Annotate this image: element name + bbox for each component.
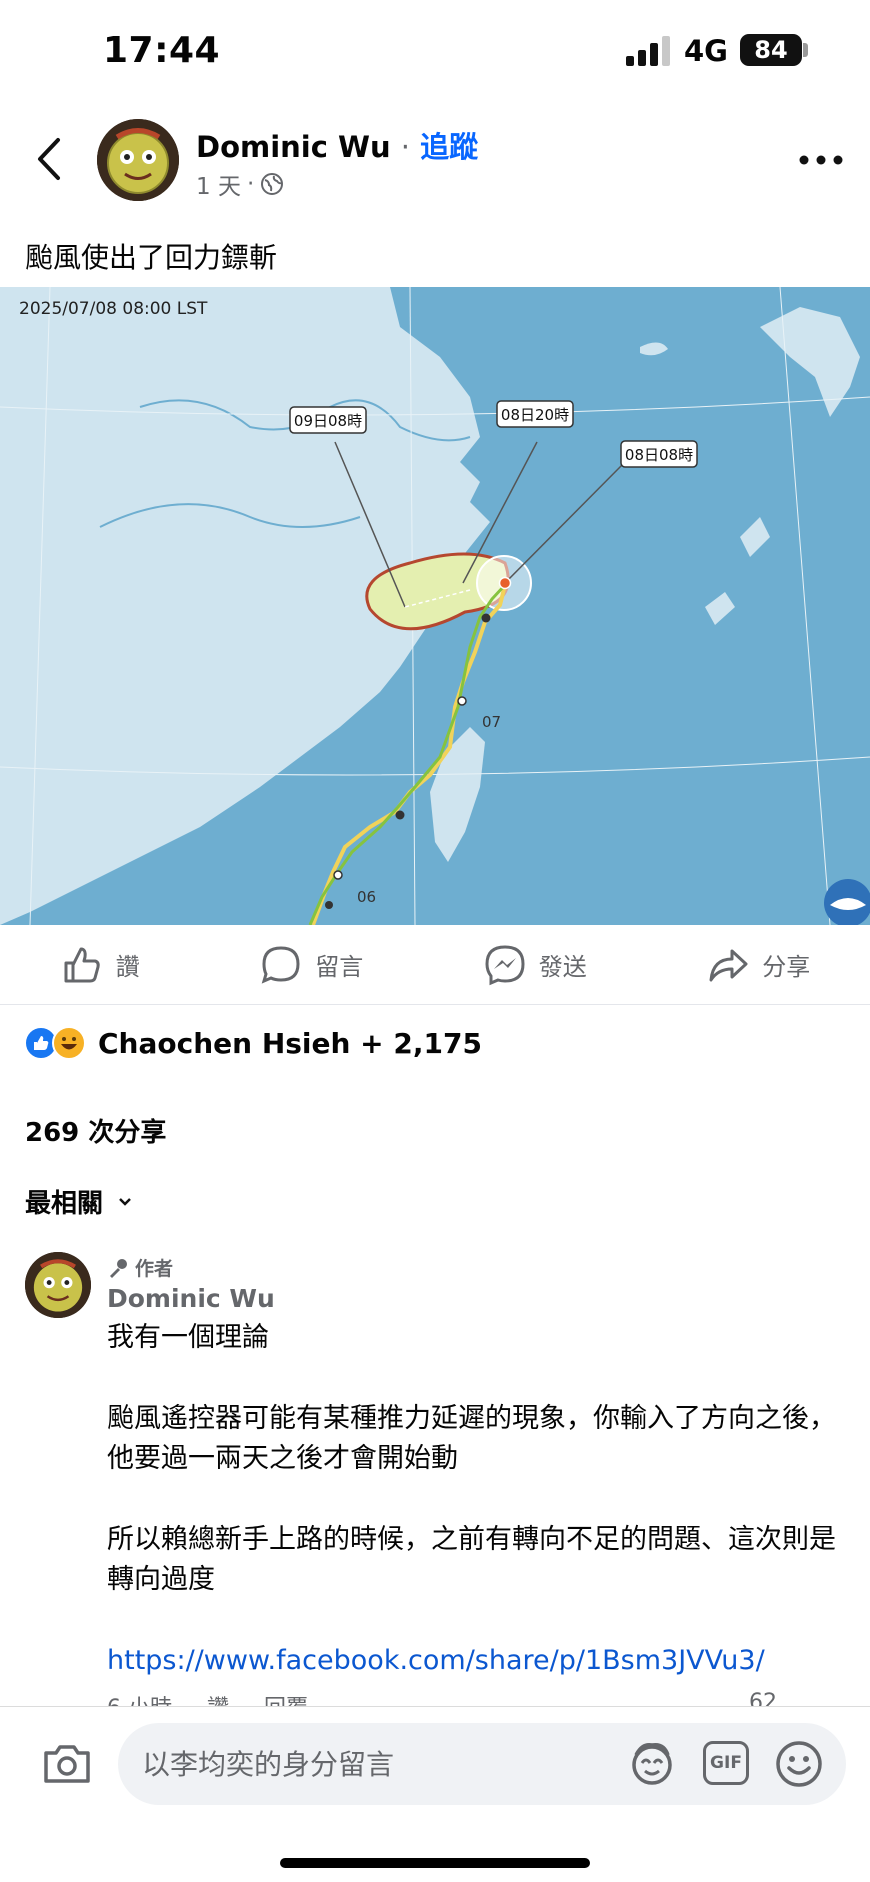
- reaction-text: Chaochen Hsieh + 2,175: [98, 1026, 482, 1060]
- comment-author-name[interactable]: Dominic Wu: [107, 1284, 275, 1313]
- post-time[interactable]: 1 天: [196, 167, 241, 201]
- map-graphic: 09日08時 08日20時 08日08時 07 06: [0, 287, 870, 925]
- thumbs-up-icon: [64, 947, 100, 982]
- share-arrow-icon: [709, 949, 748, 981]
- camera-icon[interactable]: [42, 1741, 92, 1787]
- battery-icon: 84: [740, 34, 802, 66]
- label-07: 07: [482, 713, 501, 731]
- status-time: 17:44: [103, 30, 221, 71]
- chevron-down-icon: [119, 1197, 131, 1206]
- label-08-20: 08日20時: [501, 406, 569, 424]
- comment-line: 颱風遙控器可能有某種推力延遲的現象，你輸入了方向之後，他要過一兩天之後才會開始動: [107, 1403, 836, 1474]
- more-options-icon[interactable]: [798, 150, 844, 170]
- label-08-08: 08日08時: [625, 446, 693, 464]
- comment-line: 我有一個理論: [107, 1322, 269, 1353]
- share-label: 分享: [762, 953, 811, 981]
- comment-button[interactable]: 留言: [259, 943, 363, 987]
- comment-bubble-icon: [261, 945, 300, 984]
- label-09-08: 09日08時: [294, 412, 362, 430]
- share-button[interactable]: 分享: [706, 943, 810, 987]
- home-indicator[interactable]: [280, 1858, 590, 1868]
- back-arrow-icon[interactable]: [30, 134, 70, 184]
- comment-composer: GIF: [0, 1706, 870, 1882]
- comment-body: 我有一個理論 颱風遙控器可能有某種推力延遲的現象，你輸入了方向之後，他要過一兩天…: [107, 1318, 847, 1722]
- status-bar: 17:44 4G 84: [0, 0, 870, 100]
- author-avatar[interactable]: [97, 119, 179, 201]
- messenger-icon: [485, 944, 525, 985]
- send-label: 發送: [538, 953, 587, 981]
- comment-sort-dropdown[interactable]: 最相關: [25, 1183, 133, 1220]
- map-timestamp: 2025/07/08 08:00 LST: [19, 299, 208, 319]
- comment-avatar[interactable]: [25, 1252, 91, 1318]
- post-author-name[interactable]: Dominic Wu: [196, 130, 391, 164]
- author-badge: 作者: [107, 1254, 173, 1281]
- microphone-icon: [110, 1258, 127, 1278]
- label-06: 06: [357, 888, 376, 906]
- network-type: 4G: [684, 34, 728, 68]
- battery-level: 84: [754, 36, 788, 64]
- meta-separator: ·: [246, 171, 255, 197]
- haha-reaction-icon: [52, 1026, 86, 1060]
- like-label: 讚: [115, 953, 140, 981]
- post-text: 颱風使出了回力鏢斬: [25, 241, 278, 274]
- name-separator: ·: [400, 130, 410, 164]
- signal-icon: [626, 36, 670, 66]
- typhoon-track-map[interactable]: 09日08時 08日20時 08日08時 07 06 2025/07/08 08…: [0, 287, 870, 925]
- send-button[interactable]: 發送: [483, 943, 587, 987]
- avatar-face-icon: [25, 1252, 91, 1318]
- reaction-summary[interactable]: Chaochen Hsieh + 2,175: [24, 1026, 482, 1060]
- globe-icon: [261, 173, 284, 195]
- battery-tip: [803, 43, 808, 57]
- post-meta: 1 天 ·: [196, 167, 284, 201]
- emoji-icon[interactable]: [774, 1739, 824, 1789]
- comment-line: 所以賴總新手上路的時候，之前有轉向不足的問題、這次則是轉向過度: [107, 1524, 836, 1595]
- follow-button[interactable]: 追蹤: [420, 130, 478, 164]
- post-action-bar: 讚 留言 發送 分享: [0, 925, 870, 1005]
- like-button[interactable]: 讚: [60, 943, 140, 987]
- comment-link[interactable]: https://www.facebook.com/share/p/1Bsm3JV…: [107, 1641, 847, 1681]
- share-count[interactable]: 269 次分享: [25, 1112, 166, 1149]
- post-author-line: Dominic Wu · 追蹤: [196, 124, 478, 166]
- author-badge-label: 作者: [135, 1258, 174, 1280]
- gif-button[interactable]: GIF: [703, 1741, 749, 1785]
- sort-label: 最相關: [25, 1189, 104, 1219]
- avatar-sticker-icon[interactable]: [628, 1739, 676, 1787]
- comment-label: 留言: [315, 953, 364, 981]
- avatar-face-icon: [97, 119, 179, 201]
